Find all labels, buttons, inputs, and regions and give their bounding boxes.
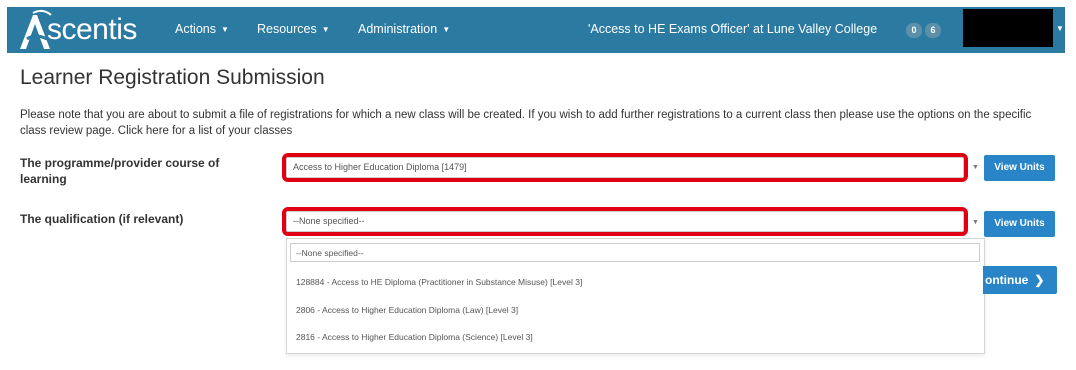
dropdown-search-input[interactable]: --None specified-- <box>290 243 980 262</box>
logo-a-icon <box>17 9 52 51</box>
logo-text: scentis <box>47 13 137 46</box>
continue-button[interactable]: ontinue ❯ <box>983 266 1057 294</box>
dropdown-option[interactable]: 2816 - Access to Higher Education Diplom… <box>296 331 533 343</box>
user-menu-redacted[interactable] <box>963 9 1053 47</box>
qualification-dropdown: --None specified-- 128884 - Access to HE… <box>286 238 985 354</box>
ascentis-logo[interactable]: scentis <box>17 9 137 51</box>
nav-resources-label: Resources <box>257 22 317 36</box>
continue-label: ontinue <box>985 273 1029 287</box>
nav-actions-label: Actions <box>175 22 216 36</box>
select-caret-icon[interactable]: ▼ <box>972 164 979 171</box>
view-units-button-qualification[interactable]: View Units <box>984 211 1055 237</box>
page-title: Learner Registration Submission <box>20 66 325 89</box>
qualification-label: The qualification (if relevant) <box>20 212 184 226</box>
caret-down-icon: ▼ <box>442 25 451 34</box>
nav-administration-label: Administration <box>358 22 438 36</box>
chevron-right-icon: ❯ <box>1034 273 1045 287</box>
qualification-select[interactable]: --None specified-- <box>282 207 968 236</box>
caret-down-icon: ▼ <box>221 25 229 34</box>
notification-badge[interactable]: 0 <box>906 23 922 38</box>
select-caret-icon[interactable]: ▼ <box>972 219 979 226</box>
dropdown-option[interactable]: 128884 - Access to HE Diploma (Practitio… <box>296 276 582 288</box>
caret-down-icon[interactable]: ▼ <box>1056 7 1064 51</box>
message-badge[interactable]: 6 <box>925 23 941 38</box>
caret-down-icon: ▼ <box>321 25 330 34</box>
view-units-button[interactable]: View Units <box>984 155 1055 181</box>
programme-select[interactable]: Access to Higher Education Diploma [1479… <box>282 153 968 182</box>
user-role-text: 'Access to HE Exams Officer' at Lune Val… <box>588 22 878 36</box>
nav-actions[interactable]: Actions ▼ <box>175 7 229 53</box>
highlight-box <box>282 153 968 182</box>
intro-text: Please note that you are about to submit… <box>20 109 1032 137</box>
programme-label: The programme/provider course of learnin… <box>20 156 220 186</box>
dropdown-option[interactable]: 2806 - Access to Higher Education Diplom… <box>296 304 518 316</box>
top-navbar: scentis Actions ▼ Resources ▼ Administrati… <box>7 7 1065 53</box>
nav-administration[interactable]: Administration ▼ <box>358 7 450 53</box>
nav-resources[interactable]: Resources ▼ <box>257 7 330 53</box>
highlight-box <box>282 207 968 236</box>
